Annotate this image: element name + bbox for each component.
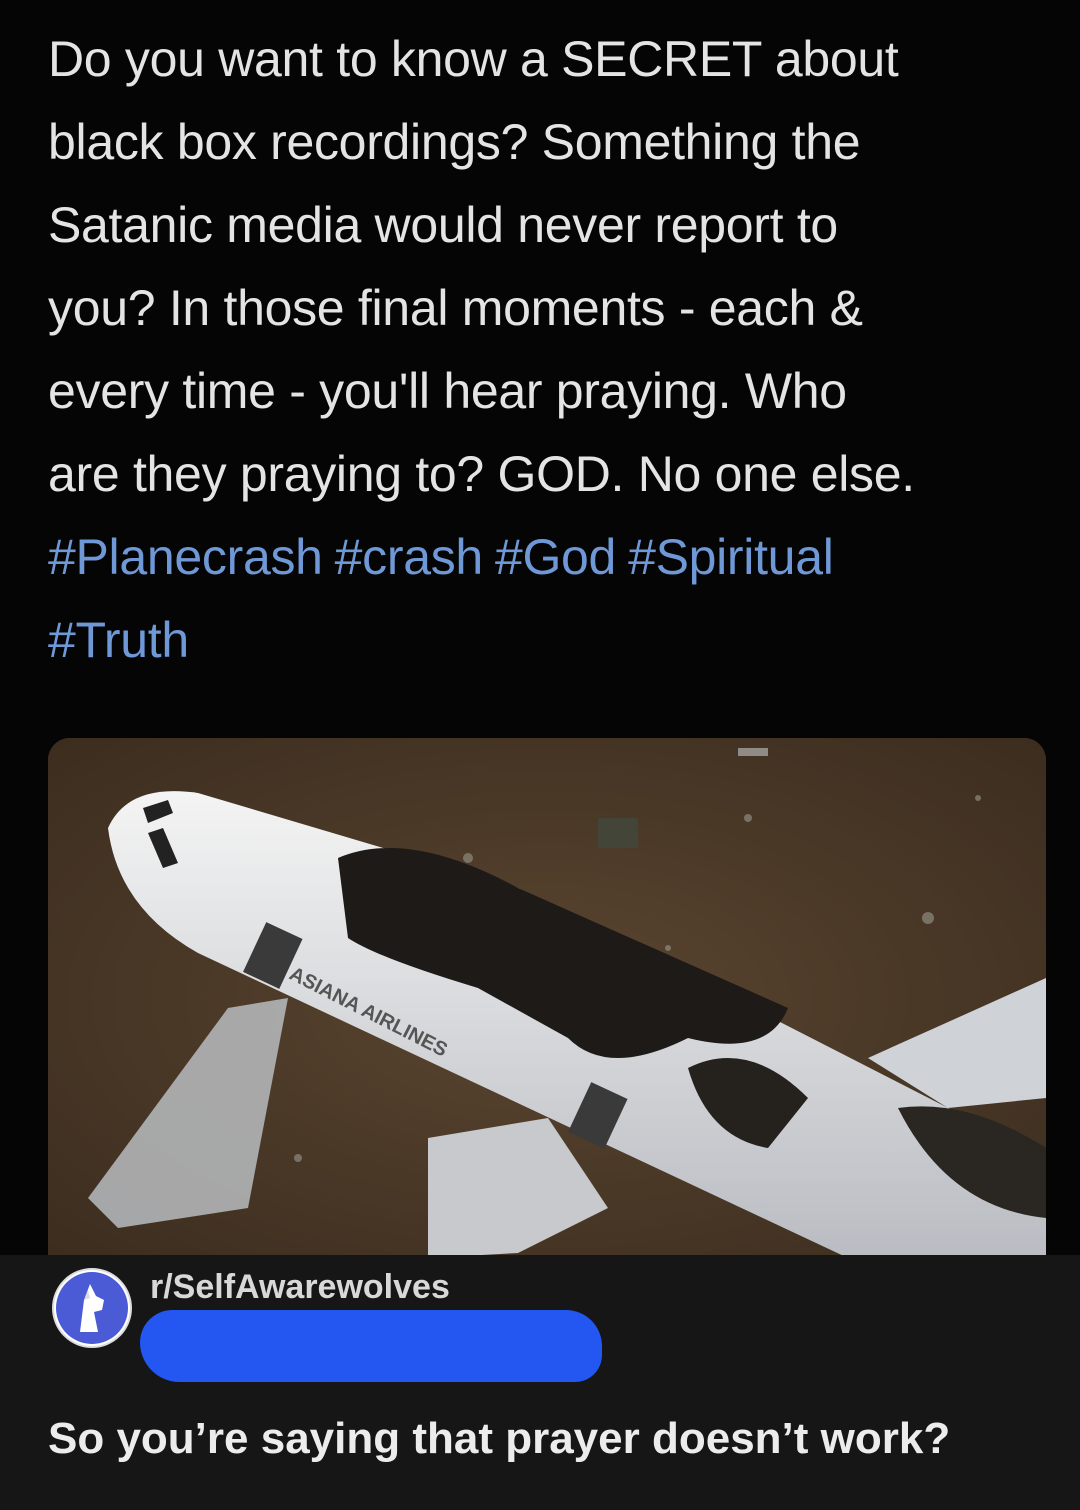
comment-text: So you’re saying that prayer doesn’t wor…	[48, 1414, 951, 1463]
post-text-line: Do you want to know a SECRET about	[48, 31, 899, 87]
subreddit-name[interactable]: r/SelfAwarewolves	[150, 1268, 450, 1307]
hashtag-planecrash[interactable]: #Planecrash	[48, 529, 323, 585]
hashtag-god[interactable]: #God	[495, 529, 616, 585]
post-text-line: are they praying to? GOD. No one else.	[48, 446, 915, 502]
avatar[interactable]	[52, 1268, 132, 1348]
hashtag-truth[interactable]: #Truth	[48, 612, 189, 668]
post-text-line: black box recordings? Something the	[48, 114, 861, 170]
post-text-line: you? In those final moments - each &	[48, 280, 863, 336]
post-text: Do you want to know a SECRET about black…	[48, 18, 1038, 682]
post-text-line: Satanic media would never report to	[48, 197, 838, 253]
wolf-avatar-icon	[56, 1272, 128, 1344]
hashtags: #Planecrash #crash #God #Spiritual	[48, 516, 1038, 599]
post-text-line: every time - you'll hear praying. Who	[48, 363, 847, 419]
hashtags-line-2: #Truth	[48, 599, 1038, 682]
plane-crash-photo: ASIANA AIRLINES	[48, 738, 1046, 1258]
hashtag-spiritual[interactable]: #Spiritual	[628, 529, 834, 585]
post: Do you want to know a SECRET about black…	[0, 0, 1080, 1258]
redacted-username	[140, 1310, 602, 1382]
hashtag-crash[interactable]: #crash	[335, 529, 484, 585]
post-image[interactable]: ASIANA AIRLINES	[48, 738, 1046, 1258]
